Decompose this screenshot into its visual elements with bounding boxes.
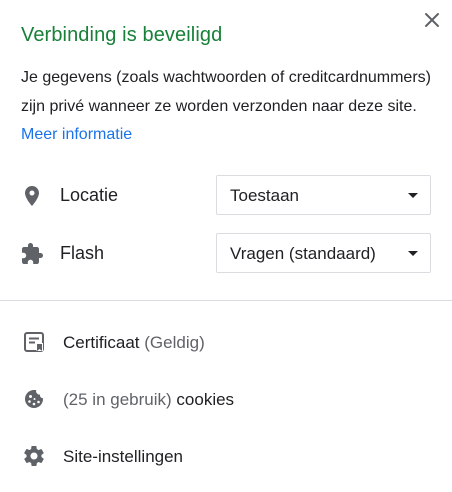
permission-row-flash: Flash Vragen (standaard) — [0, 233, 452, 275]
puzzle-piece-icon — [22, 243, 43, 264]
location-permission-value: Toestaan — [230, 186, 299, 205]
connection-secure-title: Verbinding is beveiligd — [21, 24, 223, 46]
cookies-text: (25 in gebruik) cookies — [63, 390, 234, 410]
certificate-icon — [24, 332, 44, 352]
description-text: Je gegevens (zoals wachtwoorden of credi… — [21, 69, 431, 115]
gear-icon — [24, 446, 44, 467]
chevron-down-icon — [408, 193, 418, 198]
section-divider — [0, 300, 452, 301]
cookies-row[interactable]: (25 in gebruik) cookies — [0, 379, 452, 419]
cookies-count: (25 in gebruik) — [63, 390, 172, 409]
permission-label-flash: Flash — [60, 243, 105, 263]
site-settings-label: Site-instellingen — [63, 447, 184, 466]
location-permission-select[interactable]: Toestaan — [216, 175, 431, 215]
location-pin-icon — [25, 186, 39, 206]
flash-permission-select[interactable]: Vragen (standaard) — [216, 233, 431, 273]
permission-label-location: Locatie — [60, 185, 119, 205]
connection-description: Je gegevens (zoals wachtwoorden of credi… — [21, 64, 431, 150]
certificate-row[interactable]: Certificaat (Geldig) — [0, 322, 452, 362]
flash-permission-value: Vragen (standaard) — [230, 244, 376, 263]
certificate-text: Certificaat (Geldig) — [63, 333, 205, 353]
cookie-icon — [25, 390, 44, 408]
close-icon — [425, 13, 439, 27]
cookies-label: cookies — [176, 390, 235, 409]
site-settings-row[interactable]: Site-instellingen — [0, 436, 452, 476]
certificate-label: Certificaat — [63, 333, 140, 352]
more-info-link[interactable]: Meer informatie — [21, 126, 132, 143]
permission-row-location: Locatie Toestaan — [0, 175, 452, 217]
chevron-down-icon — [408, 251, 418, 256]
certificate-status: (Geldig) — [144, 333, 205, 352]
close-button[interactable] — [420, 8, 444, 32]
